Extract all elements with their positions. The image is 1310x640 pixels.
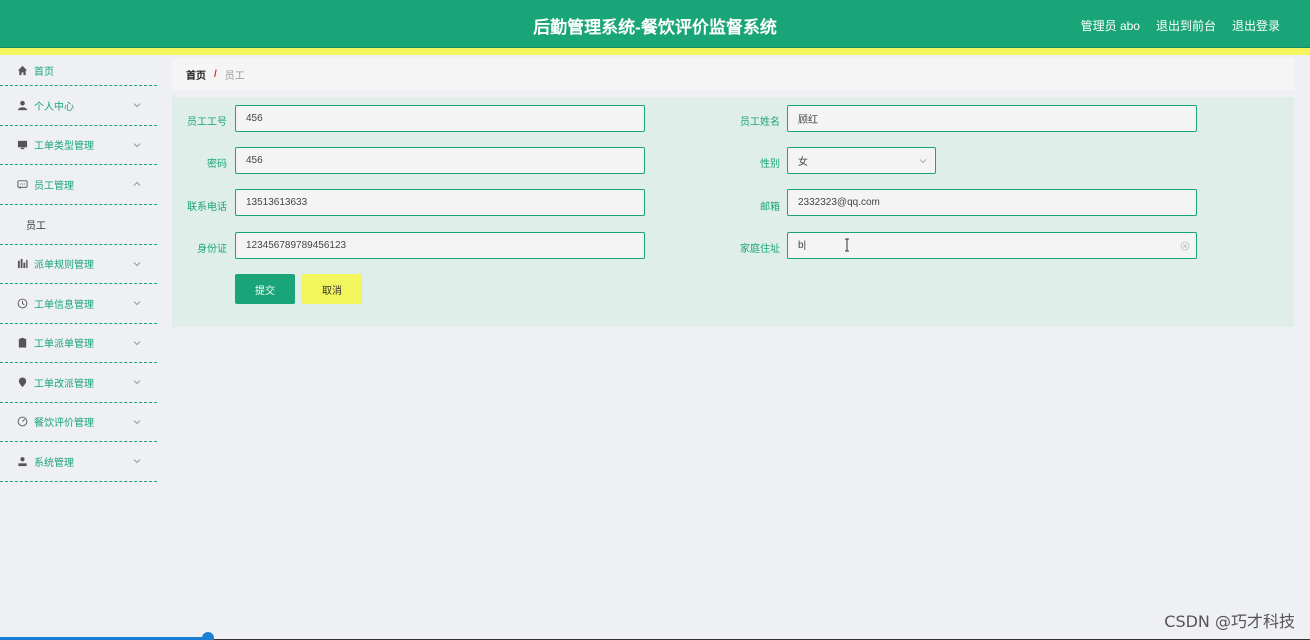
employee-form: 员工工号 456 员工姓名 顾红 密码 456 性别 女 联系电话 135136… (172, 97, 1294, 327)
user-icon (16, 99, 28, 111)
sidebar-item-ticket-types[interactable]: 工单类型管理 (0, 126, 157, 165)
password-label: 密码 (207, 159, 227, 170)
cancel-button[interactable]: 取消 (302, 274, 362, 304)
chevron-up-icon (133, 182, 141, 187)
breadcrumb-current: 员工 (224, 70, 245, 82)
chevron-down-icon (133, 340, 141, 345)
emp-name-label: 员工姓名 (740, 117, 780, 128)
sidebar-item-label: 餐饮评价管理 (34, 418, 94, 430)
submit-button[interactable]: 提交 (235, 274, 295, 304)
chevron-down-icon (133, 261, 141, 266)
sidebar-item-catering-review[interactable]: 餐饮评价管理 (0, 403, 157, 442)
sidebar-item-label: 派单规则管理 (34, 260, 94, 272)
phone-input[interactable]: 13513613633 (235, 189, 645, 216)
emp-no-input[interactable]: 456 (235, 105, 645, 132)
sidebar-item-label: 工单改派管理 (34, 378, 94, 390)
chevron-down-icon (133, 301, 141, 306)
gender-label: 性别 (760, 159, 780, 170)
password-value: 456 (246, 155, 263, 166)
top-header: 后勤管理系统-餐饮评价监督系统 管理员 abo 退出到前台 退出登录 (0, 0, 1310, 48)
sidebar-item-ticket-reassign[interactable]: 工单改派管理 (0, 363, 157, 403)
id-card-value: 123456789789456123 (246, 240, 347, 251)
sidebar-item-system[interactable]: 系统管理 (0, 442, 157, 482)
chevron-down-icon (133, 103, 141, 108)
home-icon (16, 64, 28, 76)
chevron-down-icon (133, 380, 141, 385)
gender-value: 女 (798, 157, 808, 168)
text-cursor-icon (845, 238, 849, 252)
sidebar-item-personal-center[interactable]: 个人中心 (0, 86, 157, 126)
sidebar-item-label: 工单信息管理 (34, 299, 94, 311)
password-input[interactable]: 456 (235, 147, 645, 174)
chevron-down-icon (133, 142, 141, 147)
email-input[interactable]: 2332323@qq.com (787, 189, 1197, 216)
clock-icon (16, 297, 28, 309)
sidebar-item-label: 系统管理 (34, 457, 74, 469)
chart-icon (16, 258, 28, 270)
chat-icon (16, 178, 28, 190)
emp-no-value: 456 (246, 113, 263, 124)
email-value: 2332323@qq.com (798, 197, 880, 208)
address-input[interactable]: b| (787, 232, 1197, 259)
sidebar-subitem-employee[interactable]: 员工 (0, 205, 157, 245)
emp-no-label: 员工工号 (187, 117, 227, 128)
address-label: 家庭住址 (740, 244, 780, 255)
breadcrumb-home[interactable]: 首页 (186, 67, 206, 82)
emp-name-value: 顾红 (798, 115, 818, 126)
sidebar-item-label: 个人中心 (34, 101, 74, 113)
sidebar-item-ticket-dispatch[interactable]: 工单派单管理 (0, 324, 157, 363)
clipboard-icon (16, 337, 28, 349)
back-to-frontend-link[interactable]: 退出到前台 (1156, 17, 1216, 34)
header-links: 管理员 abo 退出到前台 退出登录 (1081, 17, 1280, 34)
chevron-down-icon (133, 459, 141, 464)
phone-label: 联系电话 (187, 202, 227, 213)
sidebar-item-label: 工单派单管理 (34, 339, 94, 351)
sidebar-item-home[interactable]: 首页 (0, 55, 157, 86)
clear-icon[interactable] (1180, 241, 1190, 251)
logout-link[interactable]: 退出登录 (1232, 17, 1280, 34)
admin-user-link[interactable]: 管理员 abo (1081, 17, 1140, 34)
sidebar-item-label: 工单类型管理 (34, 141, 94, 153)
address-value: b| (798, 240, 807, 251)
sidebar-item-dispatch-rules[interactable]: 派单规则管理 (0, 245, 157, 284)
email-label: 邮箱 (760, 202, 780, 213)
csdn-watermark: CSDN @巧才科技 (1164, 612, 1295, 631)
breadcrumb-separator: / (214, 68, 217, 80)
header-accent-bar (0, 48, 1310, 55)
id-card-label: 身份证 (197, 244, 227, 255)
sidebar: 首页 个人中心 工单类型管理 员工管理 员工 派单规则管理 工单信息管理 工单派… (0, 55, 157, 640)
chevron-down-icon (919, 159, 927, 164)
location-icon (16, 376, 28, 388)
sidebar-item-label: 首页 (34, 66, 54, 78)
id-card-input[interactable]: 123456789789456123 (235, 232, 645, 259)
chevron-down-icon (133, 419, 141, 424)
sidebar-item-employees[interactable]: 员工管理 (0, 165, 157, 205)
phone-value: 13513613633 (246, 197, 308, 208)
gauge-icon (16, 416, 28, 428)
person-icon (16, 455, 28, 467)
monitor-icon (16, 139, 28, 151)
gender-select[interactable]: 女 (787, 147, 936, 174)
emp-name-input[interactable]: 顾红 (787, 105, 1197, 132)
sidebar-item-label: 员工管理 (34, 180, 74, 192)
sidebar-item-ticket-info[interactable]: 工单信息管理 (0, 284, 157, 324)
breadcrumb: 首页 / 员工 (172, 58, 1294, 90)
scroll-thumb-handle[interactable] (202, 632, 214, 640)
